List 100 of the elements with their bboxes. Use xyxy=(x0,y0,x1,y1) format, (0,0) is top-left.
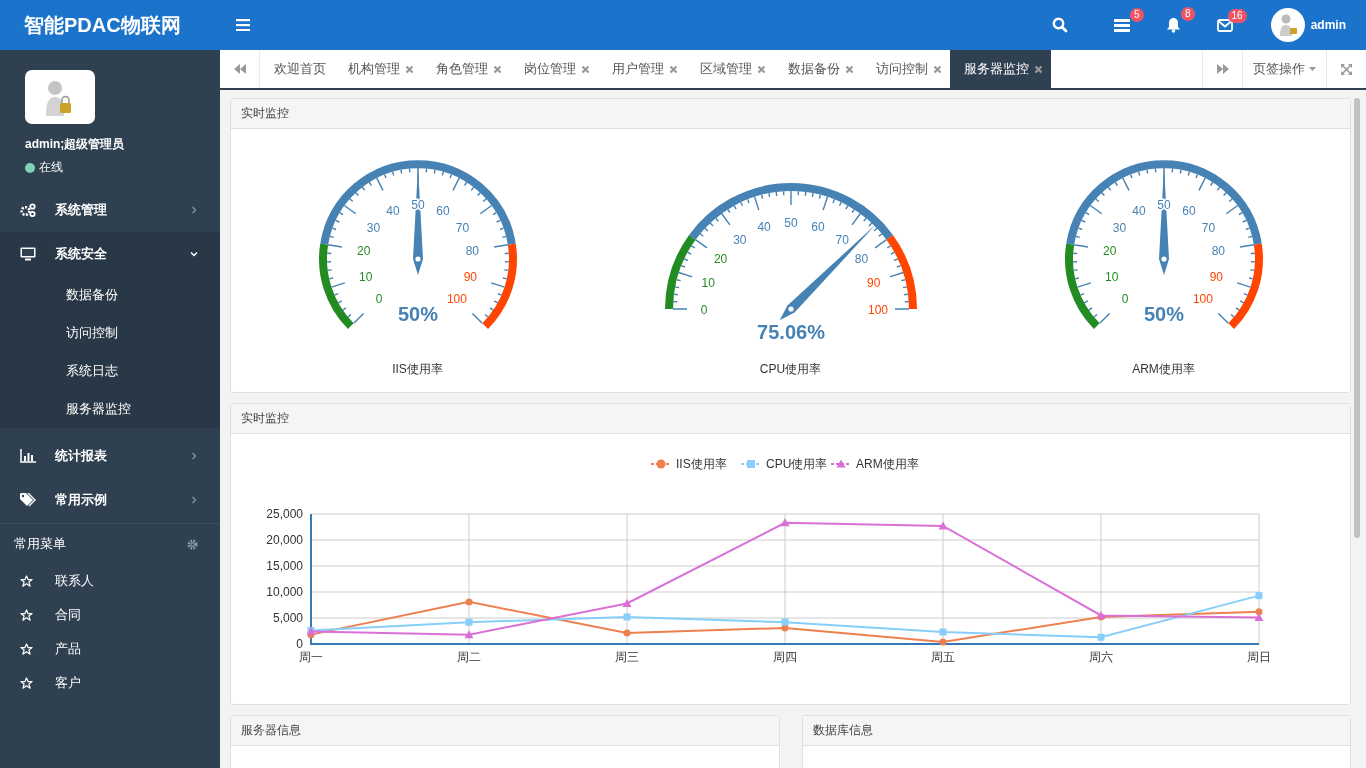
scale-label: 0 xyxy=(1121,291,1128,306)
legend-label: IIS使用率 xyxy=(676,457,727,471)
count-badge: 16 xyxy=(1227,8,1247,23)
point xyxy=(464,630,474,639)
scale-label: 0 xyxy=(700,303,707,317)
submenu-item[interactable]: 访问控制 xyxy=(0,314,220,352)
axis-tick-label: 0 xyxy=(296,637,303,651)
axis-tick-label: 周一 xyxy=(299,650,323,664)
menu-item[interactable]: 系统管理 xyxy=(0,188,220,232)
axis-tick-label: 周三 xyxy=(615,650,639,664)
quick-menu-title: 常用菜单 xyxy=(14,535,66,553)
page-tab[interactable]: 数据备份 xyxy=(774,50,862,88)
chevron-right-icon xyxy=(190,206,198,214)
point xyxy=(1097,633,1105,641)
scale-label: 70 xyxy=(1201,220,1215,235)
point xyxy=(465,618,473,626)
scale-label: 100 xyxy=(1192,291,1213,306)
legend-item[interactable]: CPU使用率 xyxy=(740,457,828,471)
bar-chart-icon xyxy=(20,449,36,463)
scale-label: 10 xyxy=(1104,270,1118,284)
close-icon[interactable] xyxy=(933,64,942,74)
point xyxy=(465,598,473,606)
scale-label: 70 xyxy=(455,220,469,235)
page-tab[interactable]: 区域管理 xyxy=(686,50,774,88)
scale-label: 10 xyxy=(358,270,372,284)
page-tab[interactable]: 服务器监控 xyxy=(950,50,1051,88)
tags-icon xyxy=(20,493,36,507)
gauge-reading: 75.06% xyxy=(756,321,825,343)
chevron-right-icon xyxy=(190,496,198,504)
axis-tick-label: 周日 xyxy=(1247,650,1271,664)
axis-tick-label: 周二 xyxy=(457,650,481,664)
point xyxy=(1254,612,1264,621)
panel-title: 实时监控 xyxy=(231,99,1350,129)
menu-item[interactable]: 系统安全 xyxy=(0,232,220,276)
scale-label: 20 xyxy=(356,244,370,259)
quick-menu-item[interactable]: 产品 xyxy=(0,632,220,666)
legend-item[interactable]: ARM使用率 xyxy=(830,457,919,471)
point xyxy=(1255,608,1263,616)
point xyxy=(622,598,632,607)
menu-item[interactable]: 常用示例 xyxy=(0,478,220,522)
scale-label: 0 xyxy=(375,291,382,306)
page-tab[interactable]: 角色管理 xyxy=(422,50,510,88)
page-tab[interactable]: 欢迎首页 xyxy=(260,50,334,88)
close-icon[interactable] xyxy=(405,64,414,74)
close-icon[interactable] xyxy=(493,64,502,74)
scale-label: 10 xyxy=(701,276,715,291)
gauge-label: IIS使用率 xyxy=(392,361,443,378)
gears-icon xyxy=(20,203,36,217)
submenu-item[interactable]: 系统日志 xyxy=(0,352,220,390)
avatar-icon xyxy=(25,70,95,124)
status-text: 在线 xyxy=(39,159,63,176)
axis-tick-label: 10,000 xyxy=(266,585,303,599)
settings-icon[interactable] xyxy=(187,538,198,550)
close-icon[interactable] xyxy=(757,64,766,74)
legend-label: CPU使用率 xyxy=(766,457,828,471)
quick-menu-item[interactable]: 客户 xyxy=(0,666,220,700)
legend-label: ARM使用率 xyxy=(856,457,919,471)
axis-tick-label: 25,000 xyxy=(266,507,303,521)
chevron-down-icon xyxy=(190,250,198,258)
scale-label: 30 xyxy=(366,220,380,235)
gauge-reading: 50% xyxy=(397,303,438,325)
page-tab[interactable]: 访问控制 xyxy=(862,50,950,88)
scale-label: 90 xyxy=(866,276,880,291)
scale-label: 20 xyxy=(1102,244,1116,259)
submenu-item[interactable]: 服务器监控 xyxy=(0,390,220,428)
quick-menu-item[interactable]: 联系人 xyxy=(0,564,220,598)
scale-label: 80 xyxy=(854,251,868,266)
point xyxy=(939,628,947,636)
quick-menu-item[interactable]: 合同 xyxy=(0,598,220,632)
avatar-icon[interactable] xyxy=(1270,8,1305,42)
star-icon xyxy=(20,642,33,656)
close-icon[interactable] xyxy=(581,64,590,74)
scale-label: 80 xyxy=(1211,244,1225,259)
double-right-icon xyxy=(1216,64,1229,74)
point xyxy=(781,618,789,626)
scale-label: 40 xyxy=(385,204,400,218)
close-icon[interactable] xyxy=(669,64,678,74)
submenu-item[interactable]: 数据备份 xyxy=(0,276,220,314)
page-tab[interactable]: 机构管理 xyxy=(334,50,422,88)
close-icon[interactable] xyxy=(1034,64,1043,74)
legend-item[interactable]: IIS使用率 xyxy=(650,457,727,471)
axis-tick-label: 周四 xyxy=(773,650,797,664)
scale-label: 40 xyxy=(756,220,771,235)
page-tab[interactable]: 用户管理 xyxy=(598,50,686,88)
axis-tick-label: 5,000 xyxy=(272,611,303,625)
scale-label: 20 xyxy=(713,251,727,266)
scale-label: 90 xyxy=(463,270,477,284)
menu-item[interactable]: 统计报表 xyxy=(0,434,220,478)
point xyxy=(1255,592,1263,600)
user-name[interactable]: admin xyxy=(1310,18,1346,32)
scale-label: 30 xyxy=(732,232,747,247)
scale-label: 80 xyxy=(465,244,479,259)
scrollbar-thumb[interactable] xyxy=(1354,98,1360,538)
scale-label: 30 xyxy=(1112,220,1126,235)
page-tab[interactable]: 岗位管理 xyxy=(510,50,598,88)
axis-tick-label: 周五 xyxy=(931,650,955,664)
gauge-label: ARM使用率 xyxy=(1132,361,1195,378)
axis-tick-label: 15,000 xyxy=(266,559,303,573)
close-icon[interactable] xyxy=(845,64,854,74)
double-left-icon xyxy=(233,64,246,74)
